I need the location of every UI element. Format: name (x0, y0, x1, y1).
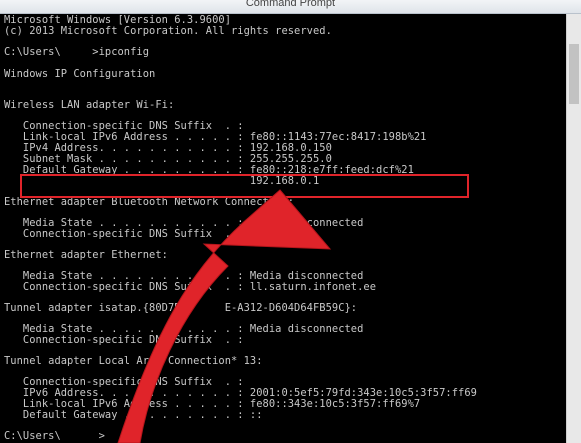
scrollbar-thumb[interactable] (569, 44, 579, 104)
console-output[interactable]: Microsoft Windows [Version 6.3.9600] (c)… (0, 14, 567, 443)
window-title: Command Prompt (245, 0, 336, 9)
curved-arrow-icon (117, 189, 332, 443)
vertical-scrollbar[interactable] (566, 14, 581, 443)
window-titlebar[interactable]: Command Prompt (0, 0, 581, 14)
